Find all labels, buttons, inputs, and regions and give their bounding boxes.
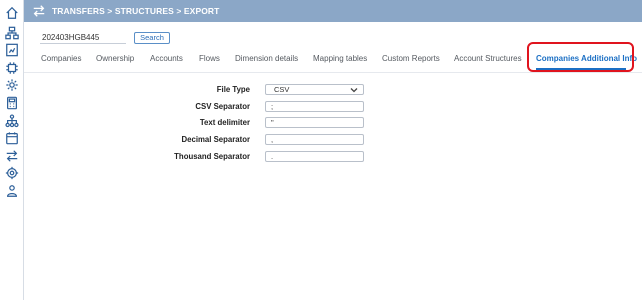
decimal-separator-label: Decimal Separator [181, 135, 250, 144]
tab-flows[interactable]: Flows [199, 54, 220, 63]
transfer-icon [32, 4, 46, 18]
decimal-separator-input[interactable]: , [265, 134, 364, 145]
decimal-separator-row: Decimal Separator , [0, 134, 642, 148]
file-type-value: CSV [274, 85, 290, 94]
chip-icon[interactable] [4, 60, 20, 76]
text-delimiter-label: Text delimiter [199, 118, 250, 127]
text-delimiter-row: Text delimiter " [0, 117, 642, 131]
thousand-separator-row: Thousand Separator . [0, 151, 642, 165]
csv-separator-label: CSV Separator [195, 102, 250, 111]
breadcrumb[interactable]: TRANSFERS > STRUCTURES > EXPORT [52, 6, 219, 16]
users-icon[interactable] [4, 183, 20, 199]
thousand-separator-label: Thousand Separator [174, 152, 250, 161]
tab-dimension-details[interactable]: Dimension details [235, 54, 298, 63]
thousand-separator-input[interactable]: . [265, 151, 364, 162]
search-button[interactable]: Search [134, 32, 170, 44]
gear-cog-icon[interactable] [4, 165, 20, 181]
file-type-row: File Type CSV [0, 84, 642, 98]
file-type-select[interactable]: CSV [265, 84, 364, 95]
highlight-annotation-box [527, 42, 634, 72]
hierarchy-icon[interactable] [4, 25, 20, 41]
tab-account-structures[interactable]: Account Structures [454, 54, 522, 63]
tab-companies[interactable]: Companies [41, 54, 81, 63]
chevron-down-icon [350, 86, 358, 94]
left-nav-rail [0, 0, 24, 300]
csv-separator-input[interactable]: ; [265, 101, 364, 112]
header-bar: TRANSFERS > STRUCTURES > EXPORT [24, 0, 642, 22]
app-window: TRANSFERS > STRUCTURES > EXPORT Search C… [0, 0, 642, 300]
tab-accounts[interactable]: Accounts [150, 54, 183, 63]
report-icon[interactable] [4, 42, 20, 58]
text-delimiter-input[interactable]: " [265, 117, 364, 128]
csv-separator-row: CSV Separator ; [0, 101, 642, 115]
structure-code-input[interactable] [40, 31, 126, 44]
tab-custom-reports[interactable]: Custom Reports [382, 54, 440, 63]
home-icon[interactable] [4, 5, 20, 21]
tab-mapping-tables[interactable]: Mapping tables [313, 54, 367, 63]
tab-divider [24, 72, 642, 73]
file-type-label: File Type [216, 85, 250, 94]
tab-ownership[interactable]: Ownership [96, 54, 134, 63]
